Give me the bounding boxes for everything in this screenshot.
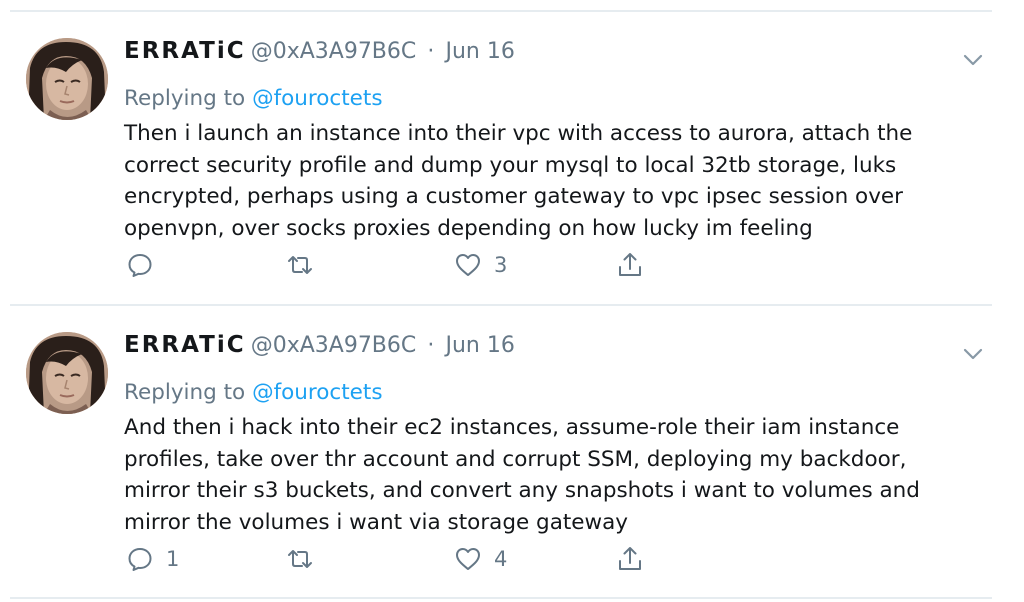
tweet-header: ERRATiC @0xA3A97B6C · Jun 16 <box>124 332 515 366</box>
like-count: 3 <box>494 253 508 277</box>
share-button[interactable] <box>616 250 644 280</box>
mention-link[interactable]: @fouroctets <box>252 86 382 111</box>
chevron-down-icon[interactable] <box>960 50 986 70</box>
share-button[interactable] <box>616 544 644 574</box>
replying-to: Replying to @fouroctets <box>124 380 383 405</box>
reply-button[interactable]: 1 <box>126 544 179 574</box>
reply-icon <box>128 254 152 277</box>
mention-link[interactable]: @fouroctets <box>252 380 382 405</box>
tweet-date[interactable]: Jun 16 <box>445 39 514 64</box>
reply-count: 1 <box>166 547 180 571</box>
avatar-photo <box>26 332 108 414</box>
user-handle[interactable]: @0xA3A97B6C <box>251 39 417 64</box>
replying-to: Replying to @fouroctets <box>124 86 383 111</box>
replying-label: Replying to <box>124 380 246 405</box>
tweet-text: Then i launch an instance into their vpc… <box>124 121 913 241</box>
user-handle[interactable]: @0xA3A97B6C <box>251 333 417 358</box>
tweet-date[interactable]: Jun 16 <box>445 333 514 358</box>
separator-dot: · <box>427 333 435 358</box>
retweet-icon <box>288 256 312 274</box>
share-icon <box>619 253 641 276</box>
separator-dot: · <box>427 39 435 64</box>
tweet-2[interactable]: ERRATiC @0xA3A97B6C · Jun 16 Replying to… <box>0 306 1024 599</box>
display-name[interactable]: ERRATiC <box>124 332 246 358</box>
retweet-button[interactable] <box>286 544 326 574</box>
reply-icon <box>128 548 152 571</box>
heart-icon <box>456 254 480 276</box>
display-name[interactable]: ERRATiC <box>124 38 246 64</box>
replying-label: Replying to <box>124 86 246 111</box>
tweet-actions: 1 4 <box>124 544 684 574</box>
like-button[interactable]: 4 <box>454 544 507 574</box>
avatar-photo <box>26 38 108 120</box>
tweet-header: ERRATiC @0xA3A97B6C · Jun 16 <box>124 38 515 72</box>
avatar[interactable] <box>26 38 108 120</box>
divider-bottom <box>10 597 992 599</box>
heart-icon <box>456 548 480 570</box>
share-icon <box>619 547 641 570</box>
avatar[interactable] <box>26 332 108 414</box>
like-count: 4 <box>494 547 508 571</box>
chevron-down-icon[interactable] <box>960 344 986 364</box>
retweet-icon <box>288 550 312 568</box>
retweet-button[interactable] <box>286 250 326 280</box>
tweet-text: And then i hack into their ec2 instances… <box>124 415 920 535</box>
tweet-1[interactable]: ERRATiC @0xA3A97B6C · Jun 16 Replying to… <box>0 12 1024 305</box>
tweet-thread: ERRATiC @0xA3A97B6C · Jun 16 Replying to… <box>0 0 1024 602</box>
reply-button[interactable] <box>126 250 166 280</box>
tweet-actions: 3 <box>124 250 684 280</box>
like-button[interactable]: 3 <box>454 250 507 280</box>
